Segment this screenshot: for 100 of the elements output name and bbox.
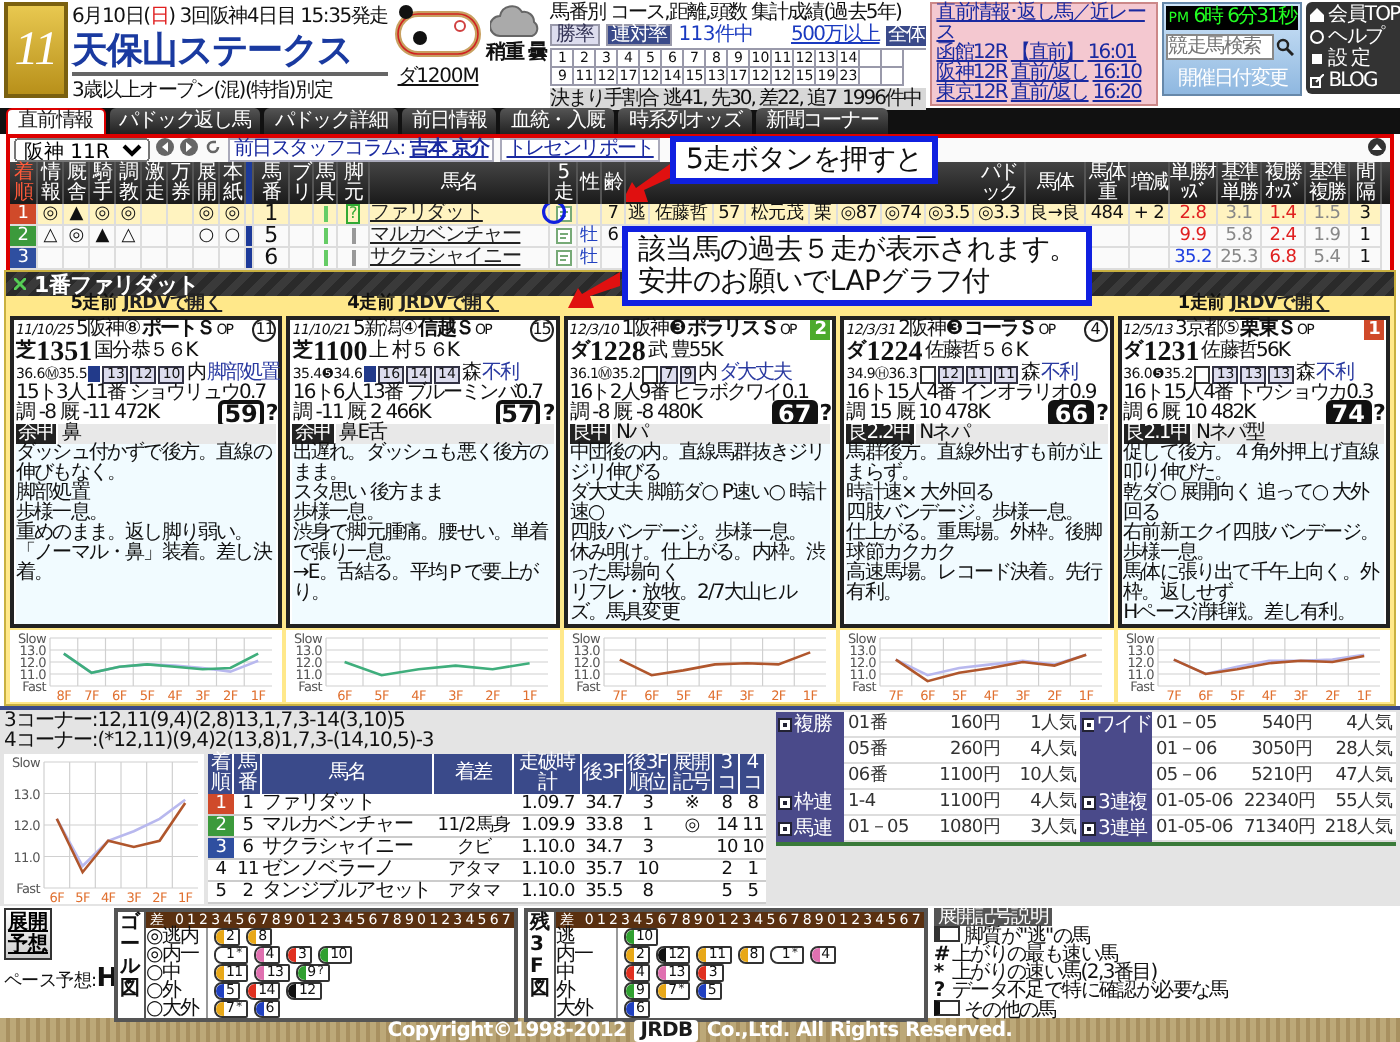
- table-cell: タンジブルアセット: [262, 882, 434, 904]
- weather: 曇: [527, 39, 547, 66]
- race-time-link[interactable]: 16:01: [1087, 44, 1137, 64]
- table-cell: 松元茂: [746, 204, 810, 226]
- tab[interactable]: 直前情報: [6, 108, 106, 134]
- table-cell: 6: [234, 838, 262, 860]
- column-header: 基準単勝: [1218, 162, 1262, 204]
- race-select[interactable]: 阪神 11R: [14, 138, 150, 162]
- race-link[interactable]: 直前/返し: [1010, 64, 1089, 84]
- race-link[interactable]: 【直前】: [1010, 44, 1084, 64]
- tab[interactable]: 血統・入厩: [500, 108, 615, 134]
- track-map-drawing: [392, 2, 484, 62]
- comment-line: ダッシュ付かずで後方。直線の伸びもなく。: [16, 444, 274, 484]
- training-report-link[interactable]: トレセンリポート: [500, 138, 660, 162]
- table-cell: ゼンノベラーノ: [262, 860, 434, 882]
- gear-note: Nネパ型: [1192, 424, 1384, 444]
- table-cell: ▲: [64, 204, 90, 226]
- stats-tab[interactable]: 連対率: [605, 24, 673, 46]
- race-time-link[interactable]: 16:20: [1092, 84, 1142, 104]
- horse-name-link[interactable]: マルカベンチャー: [370, 226, 550, 248]
- column-header: 馬名: [262, 754, 434, 794]
- lane-label: ◎逃内: [146, 928, 208, 946]
- race-link[interactable]: 阪神12R: [936, 64, 1007, 84]
- rights-text: Co.,Ltd. All Rights Reserved.: [706, 1020, 1013, 1042]
- card-heading: 1走前: [1177, 294, 1225, 314]
- search-icon[interactable]: [1276, 38, 1295, 56]
- table-cell: 33.8: [582, 816, 626, 838]
- gear-note: 鼻: [58, 424, 277, 444]
- menu-item[interactable]: 設 定: [1310, 48, 1400, 70]
- recent-races-link[interactable]: 直前情報･返し馬／近レース: [936, 4, 1153, 44]
- tab[interactable]: パドック返し馬: [109, 108, 261, 134]
- rank-cell: 1: [208, 794, 234, 816]
- column-header: 脚元: [338, 162, 370, 204]
- venue: 3京都⑤: [1174, 320, 1239, 340]
- table-cell: 11/2馬身: [434, 816, 514, 838]
- jockey-weight: 佐藤哲５６K: [924, 342, 1027, 362]
- menu-item[interactable]: 会員TOP: [1310, 4, 1400, 26]
- race-time: 1224: [866, 339, 923, 365]
- stats-tab[interactable]: 勝率: [550, 24, 600, 46]
- venue: 2阪神❸: [898, 320, 962, 340]
- path-label: 内: [186, 364, 205, 384]
- jrdv-link[interactable]: JRDVで開く: [399, 294, 500, 314]
- tab[interactable]: 新聞コーナー: [755, 108, 889, 134]
- table-cell: 7: [602, 204, 626, 226]
- line-series: [894, 653, 1088, 683]
- table-cell: 01－06: [1152, 738, 1240, 764]
- link-icon: [1310, 74, 1325, 88]
- forecast-button[interactable]: 展開予想: [4, 908, 52, 960]
- comment-line: スタ思い 後方まま: [292, 484, 445, 504]
- menu-item[interactable]: ヘルプ: [1310, 26, 1400, 48]
- comment-line: Hペース消耗戦。差し有利。: [1123, 604, 1357, 624]
- table-cell: + 2: [1130, 204, 1170, 226]
- table-cell: 05－06: [1152, 764, 1240, 790]
- table-cell: 35.7: [582, 860, 626, 882]
- jockey-weight: 佐藤哲56K: [1201, 342, 1290, 362]
- table-cell: 1-4: [844, 790, 928, 816]
- table-cell: 5: [254, 226, 290, 248]
- table-cell: 1.10.0: [514, 882, 582, 904]
- table-cell: 3050円: [1240, 738, 1316, 764]
- table-cell: 1100円: [928, 790, 1004, 816]
- lane-label: 内一: [555, 946, 618, 964]
- menu-item[interactable]: BLOG: [1310, 70, 1400, 92]
- venue: 5新潟④: [352, 320, 417, 340]
- column-header: 増減: [1130, 162, 1170, 204]
- question-mark: ?: [1373, 404, 1384, 424]
- prev-icon[interactable]: [156, 138, 174, 156]
- result-summary: 16ト2人9番 ヒラボクワイ0.1: [569, 384, 809, 404]
- class-link[interactable]: 500万以上: [791, 25, 880, 45]
- jrdv-link[interactable]: JRDVで開く: [1230, 294, 1330, 314]
- race-note: ダ大丈夫: [718, 364, 792, 384]
- table-cell: 1: [254, 204, 290, 226]
- surface-label: 芝: [292, 342, 311, 362]
- result-summary: 15ト3人11番 ショウリュウ0.7: [16, 384, 266, 404]
- callout-text: 5走ボタンを押すと: [686, 144, 923, 176]
- tab[interactable]: 時系列オッズ: [618, 108, 752, 134]
- race-time: 1231: [1143, 339, 1200, 365]
- race-link[interactable]: 東京12R: [936, 84, 1007, 104]
- table-cell: 牡: [578, 226, 602, 248]
- table-cell: 3: [1350, 204, 1382, 226]
- staff-column-link[interactable]: 前日スタッフコラム: 吉本 京介: [228, 138, 495, 162]
- leg-note-badge: ?: [345, 204, 361, 224]
- next-icon[interactable]: [180, 138, 198, 156]
- collapse-icon[interactable]: [1368, 138, 1386, 156]
- help-icon: [1310, 30, 1325, 44]
- diagram-title: 残3F図: [527, 912, 556, 1018]
- refresh-icon[interactable]: [204, 138, 222, 156]
- tab[interactable]: 前日情報: [401, 108, 497, 134]
- post-time: 15:35発走: [300, 6, 389, 28]
- table-cell: アタマ: [434, 882, 514, 904]
- table-cell: 1: [1350, 226, 1382, 248]
- race-link[interactable]: 直前/返し: [1010, 84, 1089, 104]
- tab[interactable]: パドック詳細: [264, 108, 398, 134]
- close-icon[interactable]: [14, 278, 26, 290]
- race-link[interactable]: 函館12R: [936, 44, 1007, 64]
- race-time-link[interactable]: 16:10: [1092, 64, 1142, 84]
- jrdv-link[interactable]: JRDVで開く: [122, 294, 223, 314]
- legend-item: 脚質が"逃"の馬: [933, 926, 1228, 946]
- condition-summary: 調 -8 厩 -11 472K: [16, 404, 159, 424]
- odds-cell: 2.8: [1170, 204, 1218, 226]
- comment-line: リフレ・放牧。2/7大山ヒルズ。馬具変更: [569, 584, 800, 624]
